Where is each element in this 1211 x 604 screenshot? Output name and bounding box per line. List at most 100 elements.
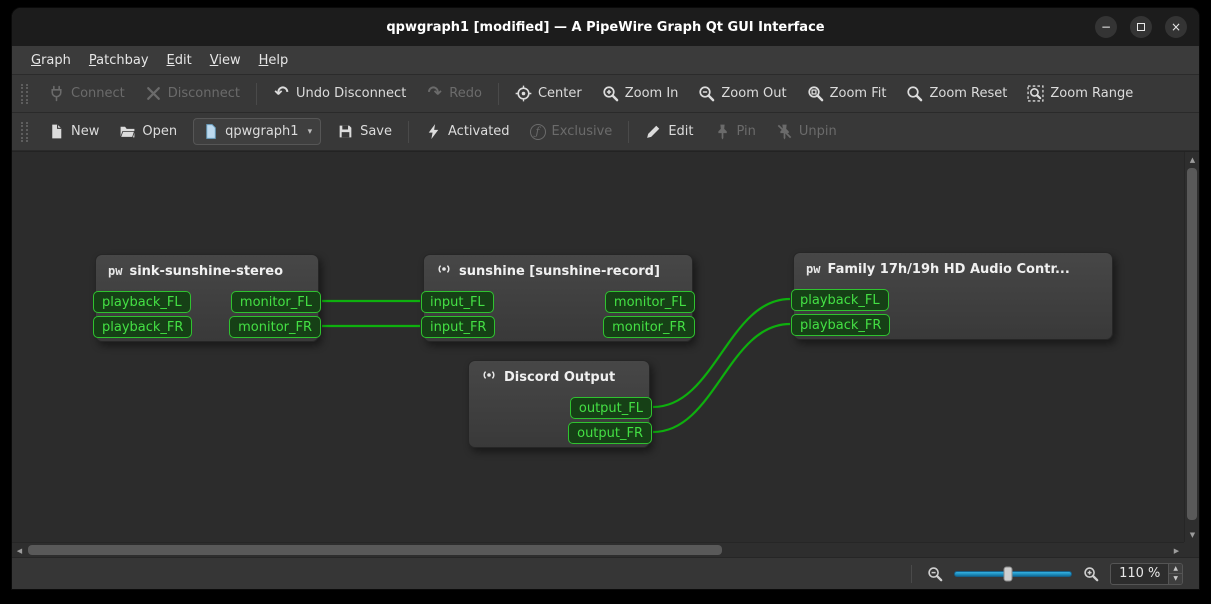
scroll-down-arrow[interactable]: ▼ [1185,527,1199,542]
statusbar: 110 % ▲ ▼ [12,557,1199,589]
menubar: Graph Patchbay Edit View Help [12,46,1199,75]
toolbar-separator [628,120,630,143]
connect-button[interactable]: Connect [39,80,134,107]
document-icon [202,123,219,140]
port-monitor-fr[interactable]: monitor_FR [603,316,695,338]
port-monitor-fl[interactable]: monitor_FL [230,291,321,313]
edit-button[interactable]: Edit [636,118,702,145]
zoom-fit-button[interactable]: Zoom Fit [798,80,896,107]
port-input-fr[interactable]: input_FR [421,316,496,338]
scroll-right-arrow[interactable]: ▶ [1169,543,1184,558]
horizontal-scrollbar-thumb[interactable] [28,545,722,555]
node-title: Discord Output [504,369,616,385]
node-header[interactable]: pw sink-sunshine-stereo [96,255,318,287]
minimize-button[interactable]: − [1095,16,1117,38]
zoom-spinbox[interactable]: 110 % ▲ ▼ [1110,562,1183,585]
zoom-in-button[interactable]: Zoom In [593,80,688,107]
undo-icon: ↶ [274,83,289,103]
save-button[interactable]: Save [328,118,401,145]
open-button[interactable]: Open [110,118,186,145]
port-input-fl[interactable]: input_FL [421,291,494,313]
zoom-value[interactable]: 110 % [1111,564,1168,584]
horizontal-scrollbar[interactable]: ◀ ▶ [12,542,1184,557]
toolbar-separator [255,82,257,105]
node-header[interactable]: pw Family 17h/19h HD Audio Contr... [794,253,1112,285]
exclusive-button[interactable]: ƒ Exclusive [521,119,622,145]
pin-button[interactable]: Pin [705,118,765,145]
statusbar-separator [911,564,913,583]
window-title: qpwgraph1 [modified] — A PipeWire Graph … [386,19,825,35]
graph-canvas[interactable]: pw sink-sunshine-stereo playback_FL moni… [12,152,1184,542]
center-icon [515,85,532,102]
zoom-out-icon[interactable] [927,566,943,582]
spin-down-button[interactable]: ▼ [1169,573,1182,584]
stream-icon [436,261,452,281]
maximize-icon [1137,23,1145,31]
redo-button[interactable]: ↷ Redo [417,80,491,107]
unpin-icon [776,123,793,140]
scroll-up-arrow[interactable]: ▲ [1185,152,1199,167]
pin-icon [714,123,731,140]
vertical-scrollbar-thumb[interactable] [1187,168,1197,520]
open-folder-icon [119,123,136,140]
zoom-slider-track[interactable] [954,570,1073,577]
maximize-button[interactable] [1130,16,1152,38]
zoom-in-icon[interactable] [1083,566,1099,582]
spin-up-button[interactable]: ▲ [1169,563,1182,573]
node-sunshine-record[interactable]: sunshine [sunshine-record] input_FL moni… [421,254,695,342]
node-header[interactable]: Discord Output [469,361,649,393]
spin-buttons: ▲ ▼ [1168,563,1182,584]
minimize-icon: − [1100,20,1112,34]
file-toolbar: New Open qpwgraph1 ▾ Save Activated ƒ Ex… [12,113,1199,151]
toolbar-drag-handle[interactable] [21,121,28,142]
port-playback-fr[interactable]: playback_FR [791,314,891,336]
patchbay-selector-dropdown[interactable]: qpwgraph1 ▾ [193,118,322,145]
port-monitor-fr[interactable]: monitor_FR [229,316,321,338]
port-playback-fl[interactable]: playback_FL [791,289,889,311]
toolbar-drag-handle[interactable] [21,83,28,104]
disconnect-button[interactable]: Disconnect [136,80,249,107]
zoom-out-button[interactable]: Zoom Out [689,80,795,107]
close-button[interactable]: × [1165,16,1187,38]
menu-edit[interactable]: Edit [158,48,201,73]
zoom-range-button[interactable]: Zoom Range [1018,80,1142,107]
unpin-button[interactable]: Unpin [767,118,846,145]
zoom-fit-icon [807,85,824,102]
node-sink-sunshine-stereo[interactable]: pw sink-sunshine-stereo playback_FL moni… [93,254,321,342]
zoom-reset-button[interactable]: Zoom Reset [897,80,1016,107]
connections-layer [321,297,791,434]
close-icon: × [1170,20,1182,34]
app-window: qpwgraph1 [modified] — A PipeWire Graph … [11,7,1200,590]
scroll-left-arrow[interactable]: ◀ [12,543,27,558]
pipewire-icon: pw [108,264,123,278]
node-title: sink-sunshine-stereo [129,263,284,279]
port-monitor-fl[interactable]: monitor_FL [604,291,695,313]
menu-graph[interactable]: Graph [22,48,80,73]
port-playback-fr[interactable]: playback_FR [93,316,193,338]
undo-disconnect-button[interactable]: ↶ Undo Disconnect [264,80,415,107]
node-header[interactable]: sunshine [sunshine-record] [424,255,692,287]
menu-patchbay[interactable]: Patchbay [80,48,158,73]
zoom-slider-handle[interactable] [1003,566,1013,581]
port-output-fr[interactable]: output_FR [568,422,652,444]
toolbar-separator [497,82,499,105]
activated-button[interactable]: Activated [416,118,519,145]
save-icon [337,123,354,140]
graph-canvas-area: pw sink-sunshine-stereo playback_FL moni… [12,151,1199,557]
node-discord-output[interactable]: Discord Output output_FL output_FR [468,360,652,448]
menu-view[interactable]: View [201,48,250,73]
titlebar[interactable]: qpwgraph1 [modified] — A PipeWire Graph … [12,8,1199,46]
vertical-scrollbar[interactable]: ▲ ▼ [1184,152,1199,542]
zoom-range-icon [1027,85,1044,102]
graph-toolbar: Connect Disconnect ↶ Undo Disconnect ↷ R… [12,75,1199,113]
menu-help[interactable]: Help [250,48,298,73]
center-button[interactable]: Center [506,80,591,107]
new-button[interactable]: New [39,118,108,145]
zoom-slider[interactable] [954,566,1073,582]
port-playback-fl[interactable]: playback_FL [93,291,191,313]
node-family-hd-audio[interactable]: pw Family 17h/19h HD Audio Contr... play… [791,252,1113,340]
connect-icon [48,85,65,102]
node-title: sunshine [sunshine-record] [459,263,660,279]
port-output-fl[interactable]: output_FL [569,397,652,419]
zoom-in-icon [602,85,619,102]
